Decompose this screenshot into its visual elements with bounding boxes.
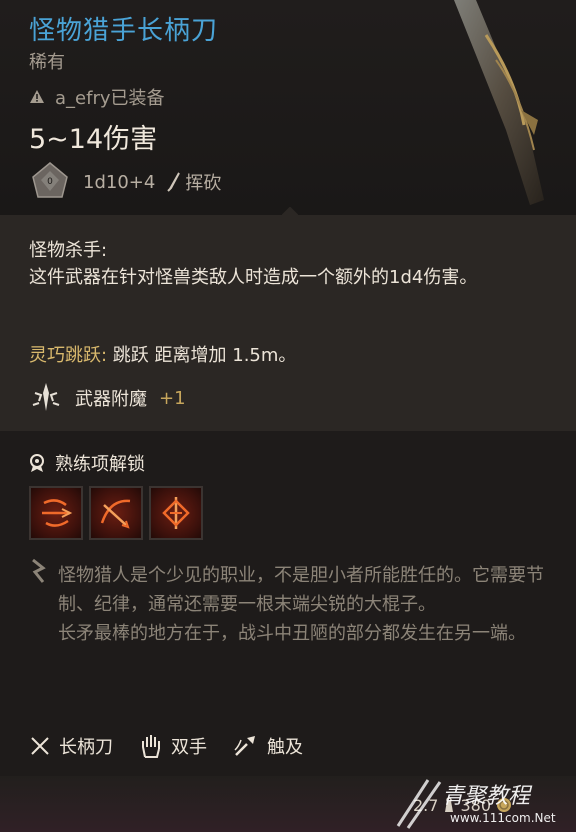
proficiency-icon: [30, 454, 44, 472]
passive-name: 怪物杀手:: [29, 240, 108, 261]
reach-icon: [234, 736, 255, 756]
d10-dice-icon: 0: [32, 162, 68, 198]
watermark-url: www.111com.Net: [450, 811, 556, 825]
tooltip-footer: 2.7 380 青聚教程 www.111com.Net: [0, 776, 576, 832]
jump-label: 灵巧跳跃:: [29, 345, 113, 366]
item-name: 怪物猎手长柄刀: [29, 16, 219, 46]
damage-dice: 1d10+4: [83, 171, 156, 193]
action-1-icon: [42, 499, 73, 527]
damage-total: 5~14伤害: [29, 124, 158, 155]
weapon-tags: 长柄刀 双手 触及: [29, 731, 303, 761]
tag-reach: 触及: [233, 733, 303, 759]
damage-type: 挥砍: [167, 169, 221, 195]
item-tooltip: 怪物猎手长柄刀 稀有 a_efry已装备 5~14伤害 0 1d10+4 挥砍 …: [0, 0, 576, 832]
lore-text: 怪物猎人是个少见的职业，不是胆小者所能胜任的。它需要节制、纪律，通常还需要一根末…: [58, 561, 548, 648]
properties-section: 怪物杀手: 这件武器在针对怪兽类敌人时造成一个额外的1d4伤害。 灵巧跳跃: 跳…: [0, 215, 576, 431]
crossed-blades-icon: [31, 737, 49, 755]
weapon-art-image: [454, 0, 544, 205]
section-divider: [282, 207, 298, 215]
lore-paragraph-1: 怪物猎人是个少见的职业，不是胆小者所能胜任的。它需要节制、纪律，通常还需要一根末…: [58, 565, 544, 615]
proficiency-header: 熟练项解锁: [29, 450, 145, 476]
action-3-icon: [162, 497, 190, 529]
tag-label: 触及: [267, 737, 303, 758]
action-2-icon: [100, 499, 131, 529]
watermark-logo-icon: [396, 779, 442, 829]
proficiency-actions: [29, 486, 203, 540]
tag-two-handed: 双手: [139, 733, 207, 759]
damage-roll-row: 0 1d10+4 挥砍: [29, 161, 221, 203]
hand-icon: [142, 735, 160, 758]
item-rarity: 稀有: [29, 52, 65, 73]
passive-description: 这件武器在针对怪兽类敌人时造成一个额外的1d4伤害。: [29, 267, 478, 288]
action-icon-3[interactable]: [149, 486, 203, 540]
warning-icon: [30, 90, 44, 103]
watermark-brand: 青聚教程: [442, 784, 531, 809]
weapon-enchant-icon: [32, 383, 60, 411]
tag-label: 长柄刀: [59, 737, 113, 758]
equipped-text: a_efry已装备: [55, 88, 165, 109]
watermark: 青聚教程 www.111com.Net: [388, 776, 576, 832]
action-icon-2[interactable]: [89, 486, 143, 540]
slash-icon: [167, 172, 181, 192]
tag-polearm: 长柄刀: [29, 733, 113, 759]
tag-label: 双手: [171, 737, 207, 758]
svg-text:0: 0: [47, 177, 53, 187]
lower-section: 熟练项解锁 怪物猎人是个少见的职业，不是胆小者所能胜任的。它需要节制、纪律，通常…: [0, 431, 576, 832]
enchant-label: 武器附魔: [75, 389, 147, 410]
enchant-row: 武器附魔 +1: [29, 378, 186, 418]
tooltip-header: 怪物猎手长柄刀 稀有 a_efry已装备 5~14伤害 0 1d10+4 挥砍: [0, 0, 576, 215]
jump-bonus: 灵巧跳跃: 跳跃 距离增加 1.5m。: [29, 341, 296, 367]
lore-quote-icon: [32, 558, 46, 583]
enchant-bonus: +1: [159, 387, 186, 409]
proficiency-label: 熟练项解锁: [55, 454, 145, 475]
action-icon-1[interactable]: [29, 486, 83, 540]
jump-effect: 跳跃 距离增加 1.5m。: [112, 345, 297, 366]
damage-type-label: 挥砍: [185, 173, 222, 194]
equipped-status: a_efry已装备: [29, 84, 165, 110]
lore-paragraph-2: 长矛最棒的地方在于，战斗中丑陋的部分都发生在另一端。: [58, 623, 526, 644]
